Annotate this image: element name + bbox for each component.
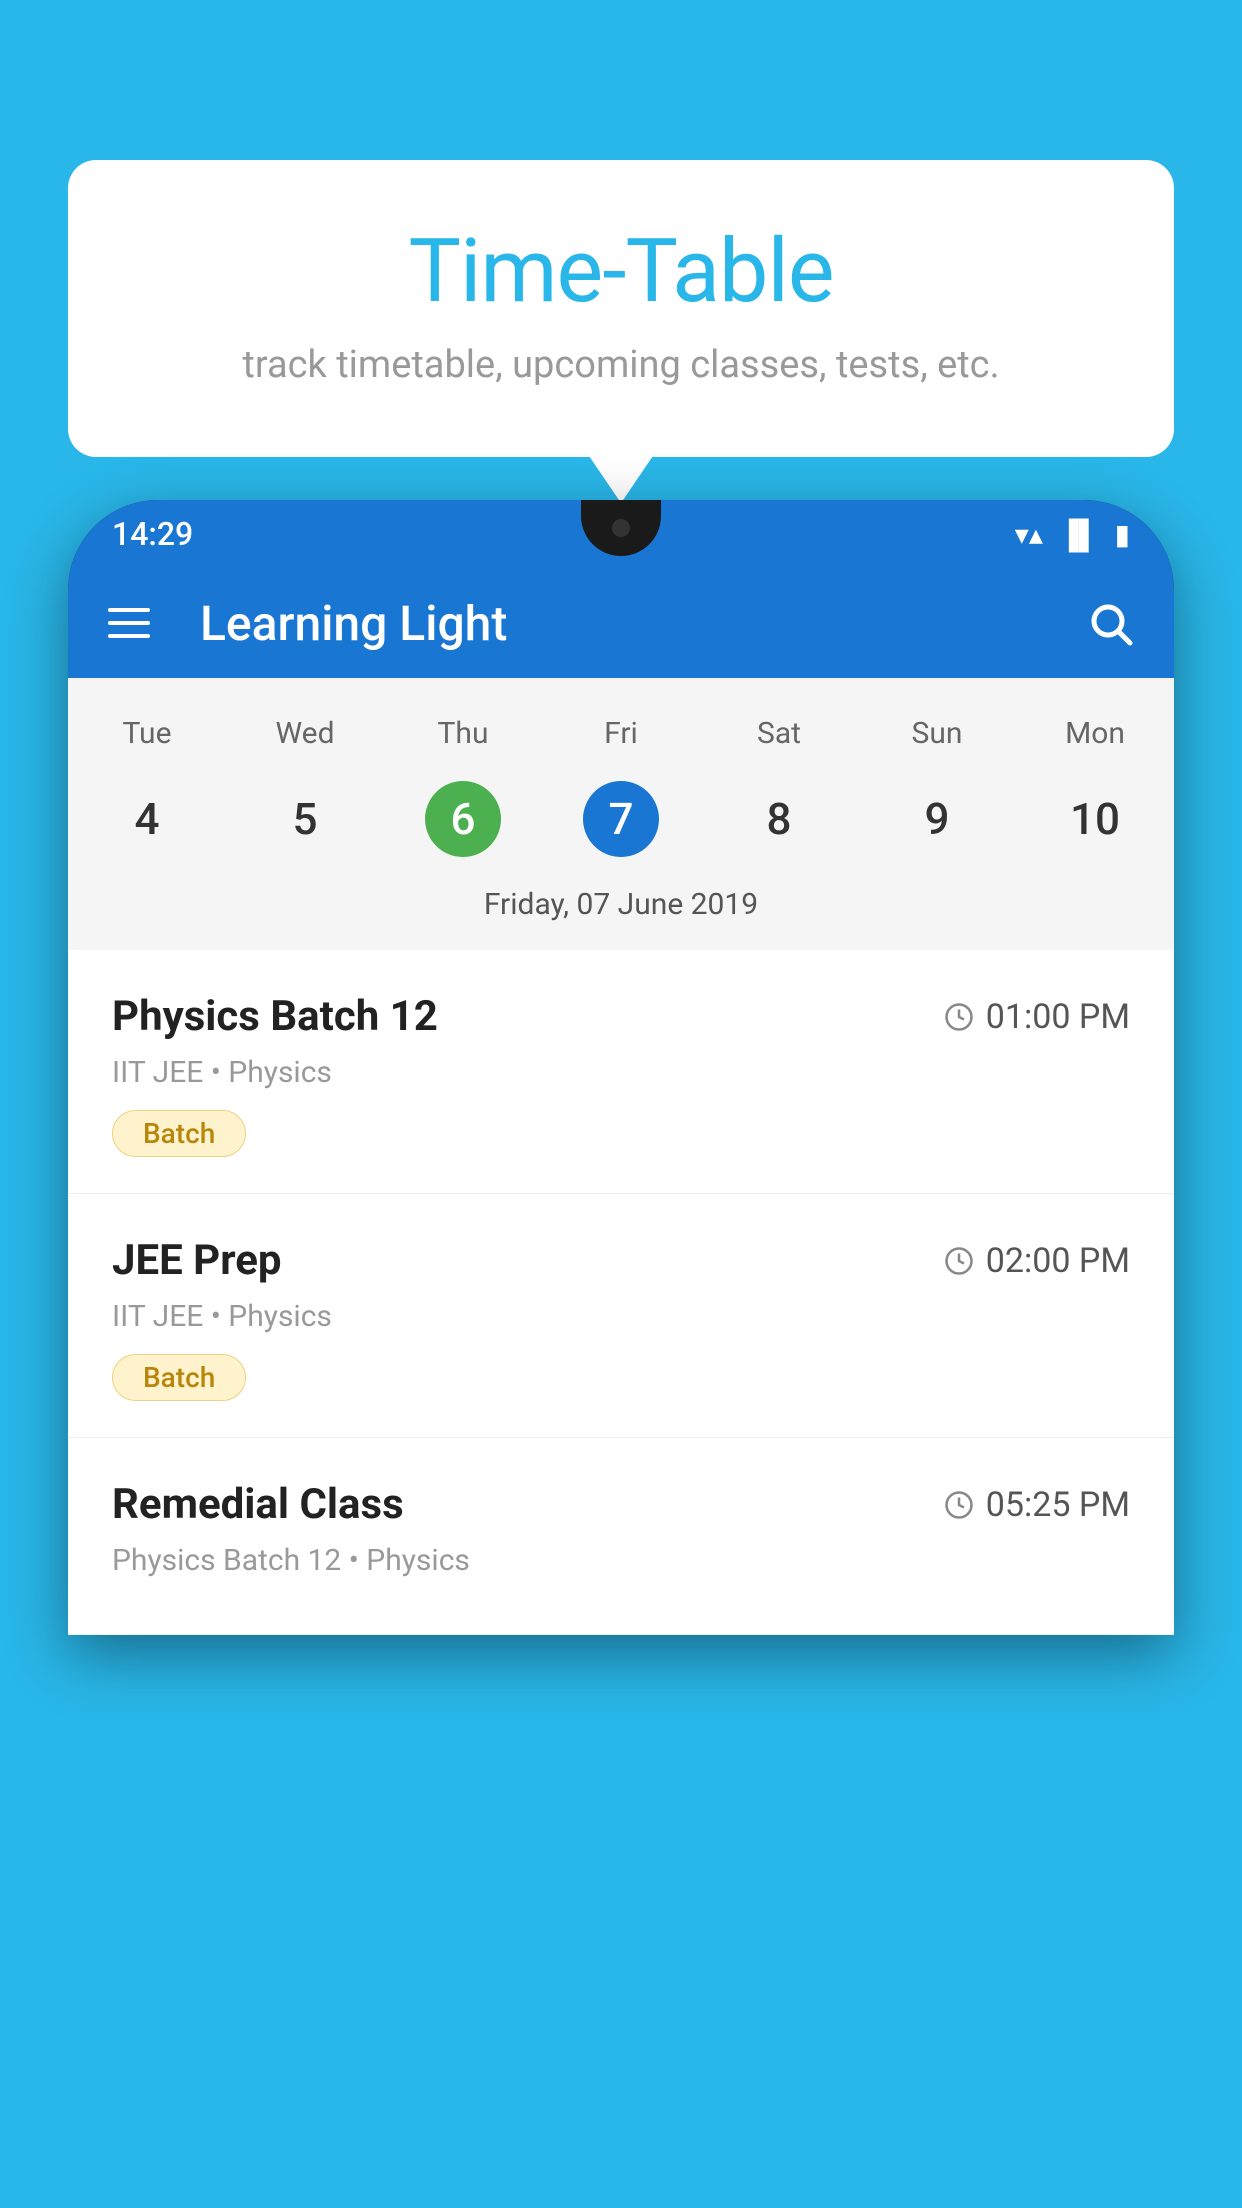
clock-icon (944, 1002, 974, 1032)
selected-date-label: Friday, 07 June 2019 (68, 879, 1174, 940)
day-label: Tue (68, 708, 226, 759)
schedule-item-header: Physics Batch 12 01:00 PM (112, 992, 1130, 1041)
camera-dot (612, 519, 630, 537)
clock-icon (944, 1490, 974, 1520)
class-time: 05:25 PM (944, 1485, 1130, 1525)
batch-tag: Batch (112, 1354, 246, 1401)
search-button[interactable] (1086, 599, 1134, 647)
date-cell[interactable]: 7 (542, 779, 700, 859)
date-cell[interactable]: 10 (1016, 779, 1174, 859)
schedule-item[interactable]: JEE Prep 02:00 PM IIT JEE • Physics Batch (68, 1194, 1174, 1438)
date-number: 4 (109, 781, 185, 857)
status-bar: 14:29 ▾▴ ▐▌ ▮ (68, 500, 1174, 568)
days-header: TueWedThuFriSatSunMon (68, 698, 1174, 769)
calendar-section: TueWedThuFriSatSunMon 4 5 6 7 8 9 10 Friday, 0… (68, 678, 1174, 950)
day-label: Fri (542, 708, 700, 759)
app-title: Learning Light (190, 595, 1046, 652)
date-cell[interactable]: 9 (858, 779, 1016, 859)
class-name: JEE Prep (112, 1236, 282, 1285)
batch-tag: Batch (112, 1110, 246, 1157)
schedule-item-header: JEE Prep 02:00 PM (112, 1236, 1130, 1285)
hamburger-line-2 (108, 621, 150, 625)
date-number: 10 (1057, 781, 1133, 857)
class-meta: Physics Batch 12 • Physics (112, 1543, 1130, 1578)
schedule-item[interactable]: Remedial Class 05:25 PM Physics Batch 12 •… (68, 1438, 1174, 1635)
wifi-icon: ▾▴ (1015, 518, 1043, 551)
class-name: Physics Batch 12 (112, 992, 438, 1041)
hamburger-line-1 (108, 608, 150, 612)
bubble-title: Time-Table (148, 220, 1094, 323)
date-cell[interactable]: 8 (700, 779, 858, 859)
clock-icon (944, 1246, 974, 1276)
app-bar: Learning Light (68, 568, 1174, 678)
class-time: 02:00 PM (944, 1241, 1130, 1281)
phone-container: 14:29 ▾▴ ▐▌ ▮ Learning Light (68, 500, 1174, 2208)
class-name: Remedial Class (112, 1480, 404, 1529)
dates-row: 4 5 6 7 8 9 10 (68, 769, 1174, 879)
date-cell[interactable]: 4 (68, 779, 226, 859)
date-number: 8 (741, 781, 817, 857)
schedule-list: Physics Batch 12 01:00 PM IIT JEE • Physic… (68, 950, 1174, 1635)
battery-icon: ▮ (1115, 518, 1130, 551)
phone-frame: 14:29 ▾▴ ▐▌ ▮ Learning Light (68, 500, 1174, 1635)
day-label: Sat (700, 708, 858, 759)
notch (581, 500, 661, 556)
time-label: 05:25 PM (986, 1485, 1130, 1525)
class-meta: IIT JEE • Physics (112, 1055, 1130, 1090)
hamburger-line-3 (108, 634, 150, 638)
date-cell[interactable]: 6 (384, 779, 542, 859)
day-label: Wed (226, 708, 384, 759)
signal-icon: ▐▌ (1059, 518, 1099, 551)
schedule-item-header: Remedial Class 05:25 PM (112, 1480, 1130, 1529)
speech-bubble: Time-Table track timetable, upcoming cla… (68, 160, 1174, 457)
schedule-item[interactable]: Physics Batch 12 01:00 PM IIT JEE • Physic… (68, 950, 1174, 1194)
status-time: 14:29 (112, 515, 193, 553)
date-number: 6 (425, 781, 501, 857)
class-time: 01:00 PM (944, 997, 1130, 1037)
day-label: Mon (1016, 708, 1174, 759)
speech-bubble-container: Time-Table track timetable, upcoming cla… (68, 160, 1174, 457)
date-number: 5 (267, 781, 343, 857)
day-label: Thu (384, 708, 542, 759)
date-cell[interactable]: 5 (226, 779, 384, 859)
date-number: 9 (899, 781, 975, 857)
time-label: 01:00 PM (986, 997, 1130, 1037)
bubble-subtitle: track timetable, upcoming classes, tests… (148, 343, 1094, 387)
date-number: 7 (583, 781, 659, 857)
status-icons: ▾▴ ▐▌ ▮ (1015, 518, 1130, 551)
day-label: Sun (858, 708, 1016, 759)
menu-button[interactable] (108, 608, 150, 638)
time-label: 02:00 PM (986, 1241, 1130, 1281)
class-meta: IIT JEE • Physics (112, 1299, 1130, 1334)
